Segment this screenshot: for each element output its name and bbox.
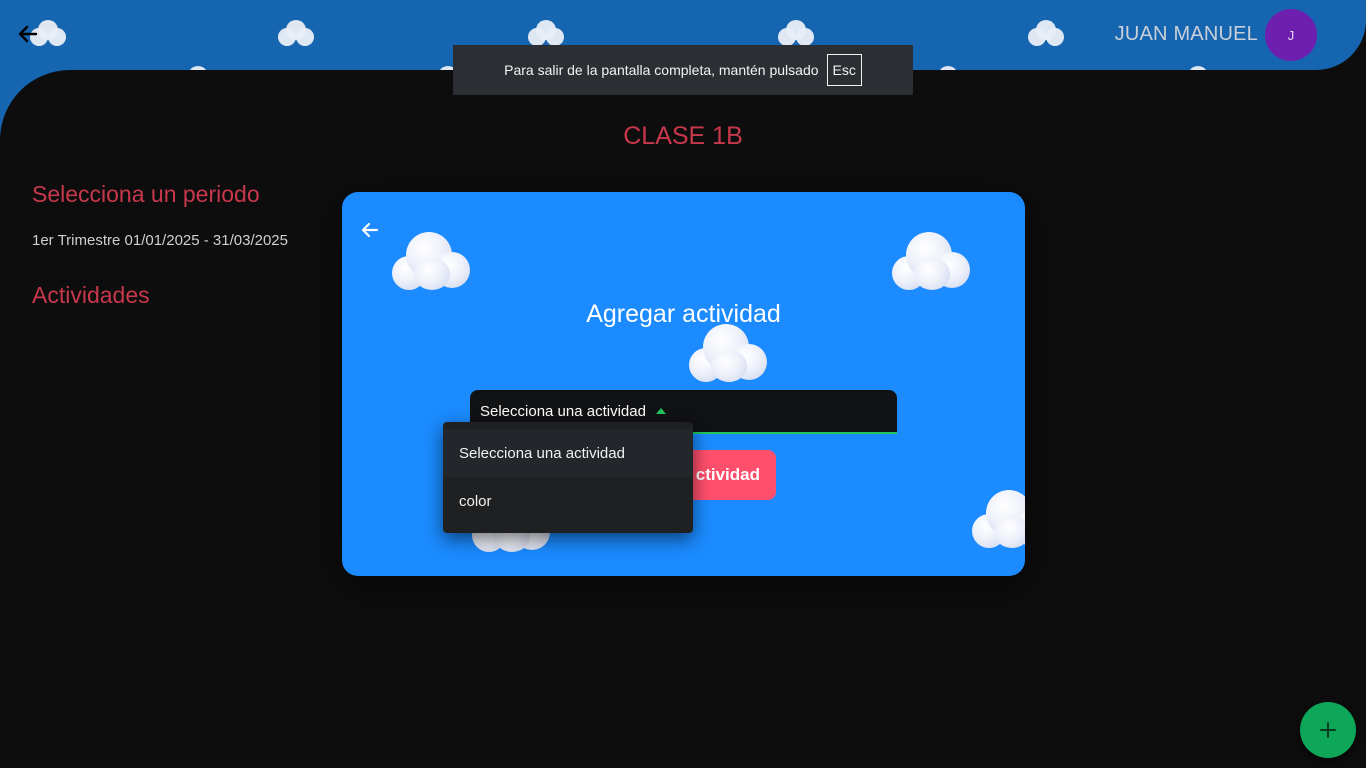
modal-back-button[interactable] [358, 218, 382, 242]
activity-select-value: Selecciona una actividad [480, 402, 646, 420]
cloud-decoration [524, 18, 564, 46]
add-fab-button[interactable] [1300, 702, 1356, 758]
modal-title: Agregar actividad [586, 300, 781, 328]
caret-up-icon [655, 408, 666, 414]
activity-dropdown-menu: Selecciona una actividad color [443, 422, 693, 533]
cloud-decoration [274, 18, 314, 46]
avatar[interactable]: J [1265, 9, 1317, 61]
cloud-decoration [774, 18, 814, 46]
dropdown-option-placeholder[interactable]: Selecciona una actividad [443, 429, 693, 477]
activities-heading: Actividades [32, 282, 150, 308]
page-title: CLASE 1B [623, 122, 743, 150]
cloud-decoration [1024, 18, 1064, 46]
cloud-decoration [890, 230, 974, 292]
back-button[interactable] [14, 20, 42, 48]
fullscreen-toast: Para salir de la pantalla completa, mant… [453, 45, 913, 95]
header-corner [1316, 0, 1366, 70]
esc-key-badge: Esc [826, 54, 862, 86]
cloud-decoration [687, 322, 771, 384]
toast-message: Para salir de la pantalla completa, mant… [504, 62, 819, 78]
period-heading: Selecciona un periodo [32, 181, 260, 207]
period-option[interactable]: 1er Trimestre 01/01/2025 - 31/03/2025 [32, 232, 288, 249]
cloud-decoration [970, 488, 1025, 550]
cloud-decoration [390, 230, 474, 292]
dropdown-option-color[interactable]: color [443, 477, 693, 525]
arrow-left-icon [18, 25, 38, 43]
arrow-left-icon [361, 222, 379, 238]
plus-icon [1320, 722, 1336, 738]
user-name: JUAN MANUEL [1114, 23, 1258, 45]
